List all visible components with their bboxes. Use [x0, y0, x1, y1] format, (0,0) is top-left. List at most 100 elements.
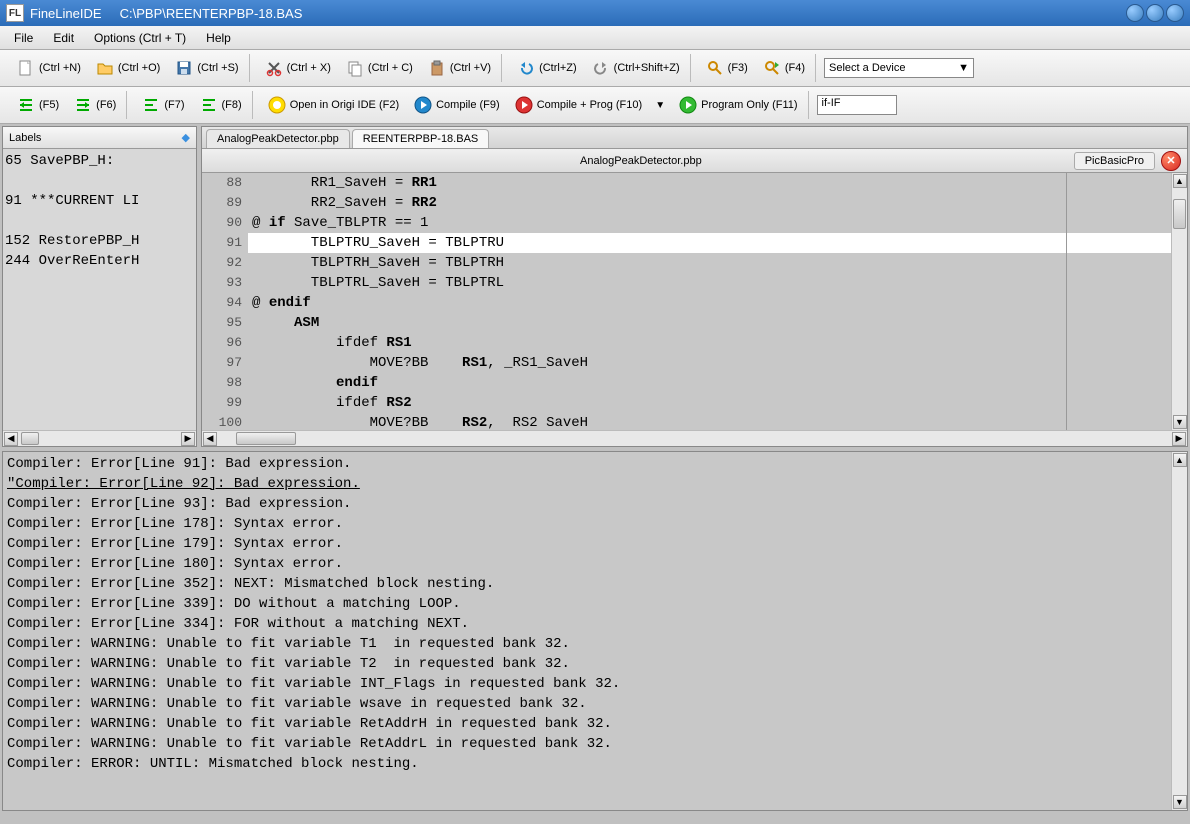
save-button[interactable]: (Ctrl +S) [168, 54, 244, 82]
close-icon: ✕ [1166, 154, 1175, 167]
indent-left-icon [73, 95, 93, 115]
find-label: (F3) [728, 62, 748, 74]
findnext-label: (F4) [785, 62, 805, 74]
toolbar-row-2: (F5) (F6) (F7) (F8) Open in Origi IDE (F… [0, 87, 1190, 124]
search-next-icon [762, 58, 782, 78]
undo-button[interactable]: (Ctrl+Z) [510, 54, 583, 82]
labels-panel: Labels ◆ 65 SavePBP_H: 91 ***CURRENT LI … [2, 126, 197, 447]
compile-prog-button[interactable]: Compile + Prog (F10) [508, 91, 648, 119]
scroll-up-icon[interactable]: ▲ [1173, 174, 1187, 188]
cut-button[interactable]: (Ctrl + X) [258, 54, 337, 82]
file-path: C:\PBP\REENTERPBP-18.BAS [120, 6, 303, 21]
redo-icon [591, 58, 611, 78]
paste-icon [427, 58, 447, 78]
titlebar: FL FineLineIDE C:\PBP\REENTERPBP-18.BAS [0, 0, 1190, 26]
f8-label: (F8) [222, 99, 242, 111]
menu-file[interactable]: File [4, 28, 43, 48]
editor-close-button[interactable]: ✕ [1161, 151, 1181, 171]
editor-header-title: AnalogPeakDetector.pbp [208, 155, 1074, 167]
editor-scroll-right-icon[interactable]: ▶ [1172, 432, 1186, 446]
code-vscrollbar[interactable]: ▲ ▼ [1171, 173, 1187, 430]
code-vscroll-thumb[interactable] [1173, 199, 1186, 229]
minimize-button[interactable] [1126, 4, 1144, 22]
app-name: FineLineIDE [30, 6, 102, 21]
scroll-left-icon[interactable]: ◀ [4, 432, 18, 446]
find-button[interactable]: (F3) [699, 54, 754, 82]
code-body[interactable]: RR1_SaveH = RR1 RR2_SaveH = RR2@ if Save… [248, 173, 1187, 430]
open-origi-label: Open in Origi IDE (F2) [290, 99, 399, 111]
cut-label: (Ctrl + X) [287, 62, 331, 74]
findnext-button[interactable]: (F4) [756, 54, 811, 82]
save-icon [174, 58, 194, 78]
paste-button[interactable]: (Ctrl +V) [421, 54, 497, 82]
open-button[interactable]: (Ctrl +O) [89, 54, 166, 82]
titlebar-text: FineLineIDE C:\PBP\REENTERPBP-18.BAS [30, 6, 302, 21]
uncomment-icon [199, 95, 219, 115]
copy-button[interactable]: (Ctrl + C) [339, 54, 419, 82]
undo-icon [516, 58, 536, 78]
maximize-button[interactable] [1146, 4, 1164, 22]
close-button[interactable] [1166, 4, 1184, 22]
code-area[interactable]: 888990919293949596979899100 RR1_SaveH = … [202, 173, 1187, 430]
program-only-button[interactable]: Program Only (F11) [672, 91, 803, 119]
redo-button[interactable]: (Ctrl+Shift+Z) [585, 54, 686, 82]
code-vscroll-track[interactable] [1172, 189, 1187, 414]
uncomment-button-f8[interactable]: (F8) [193, 91, 248, 119]
labels-hscroll-track[interactable] [19, 431, 180, 446]
f6-label: (F6) [96, 99, 116, 111]
editor-hscroll-thumb[interactable] [236, 432, 296, 445]
output-vscroll-track[interactable] [1172, 468, 1187, 794]
tab-row: AnalogPeakDetector.pbp REENTERPBP-18.BAS [202, 127, 1187, 149]
editor-scroll-left-icon[interactable]: ◀ [203, 432, 217, 446]
new-file-icon [16, 58, 36, 78]
new-button[interactable]: (Ctrl +N) [10, 54, 87, 82]
app-icon: FL [6, 4, 24, 22]
indent-button-f6[interactable]: (F6) [67, 91, 122, 119]
diamond-icon: ◆ [182, 131, 190, 144]
main-area: Labels ◆ 65 SavePBP_H: 91 ***CURRENT LI … [0, 124, 1190, 449]
play-red-icon [514, 95, 534, 115]
scroll-down-icon[interactable]: ▼ [1173, 415, 1187, 429]
labels-list[interactable]: 65 SavePBP_H: 91 ***CURRENT LI 152 Resto… [3, 149, 196, 430]
undo-label: (Ctrl+Z) [539, 62, 577, 74]
tab-analogpeak[interactable]: AnalogPeakDetector.pbp [206, 129, 350, 148]
editor-hscroll-track[interactable] [218, 431, 1171, 446]
play-green-icon [678, 95, 698, 115]
output-scroll-up-icon[interactable]: ▲ [1173, 453, 1187, 467]
comment-button-f7[interactable]: (F7) [135, 91, 190, 119]
output-vscrollbar[interactable]: ▲ ▼ [1171, 452, 1187, 810]
paste-label: (Ctrl +V) [450, 62, 491, 74]
open-label: (Ctrl +O) [118, 62, 160, 74]
device-select[interactable]: Select a Device ▼ [824, 58, 974, 78]
editor-hscrollbar[interactable]: ◀ ▶ [202, 430, 1187, 446]
indent-button-f5[interactable]: (F5) [10, 91, 65, 119]
chevron-down-icon: ▼ [958, 62, 969, 74]
comment-icon [141, 95, 161, 115]
copy-icon [345, 58, 365, 78]
output-body[interactable]: Compiler: Error[Line 91]: Bad expression… [3, 452, 1171, 810]
new-label: (Ctrl +N) [39, 62, 81, 74]
compile-prog-label: Compile + Prog (F10) [537, 99, 642, 111]
tab-reenterpbp[interactable]: REENTERPBP-18.BAS [352, 129, 490, 148]
menu-options[interactable]: Options (Ctrl + T) [84, 28, 196, 48]
output-panel: Compiler: Error[Line 91]: Bad expression… [2, 451, 1188, 811]
output-scroll-down-icon[interactable]: ▼ [1173, 795, 1187, 809]
menu-help[interactable]: Help [196, 28, 241, 48]
compile-button[interactable]: Compile (F9) [407, 91, 506, 119]
f7-label: (F7) [164, 99, 184, 111]
copy-label: (Ctrl + C) [368, 62, 413, 74]
labels-header-text: Labels [9, 132, 41, 144]
scroll-right-icon[interactable]: ▶ [181, 432, 195, 446]
labels-hscroll-thumb[interactable] [21, 432, 39, 445]
indent-right-icon [16, 95, 36, 115]
labels-header[interactable]: Labels ◆ [3, 127, 196, 149]
menubar: File Edit Options (Ctrl + T) Help [0, 26, 1190, 50]
labels-hscrollbar[interactable]: ◀ ▶ [3, 430, 196, 446]
open-origi-button[interactable]: Open in Origi IDE (F2) [261, 91, 405, 119]
menu-edit[interactable]: Edit [43, 28, 84, 48]
snippet-input[interactable]: if-IF [817, 95, 897, 115]
redo-label: (Ctrl+Shift+Z) [614, 62, 680, 74]
editor-panel: AnalogPeakDetector.pbp REENTERPBP-18.BAS… [201, 126, 1188, 447]
save-label: (Ctrl +S) [197, 62, 238, 74]
dropdown-arrow-icon[interactable]: ▼ [650, 95, 670, 115]
